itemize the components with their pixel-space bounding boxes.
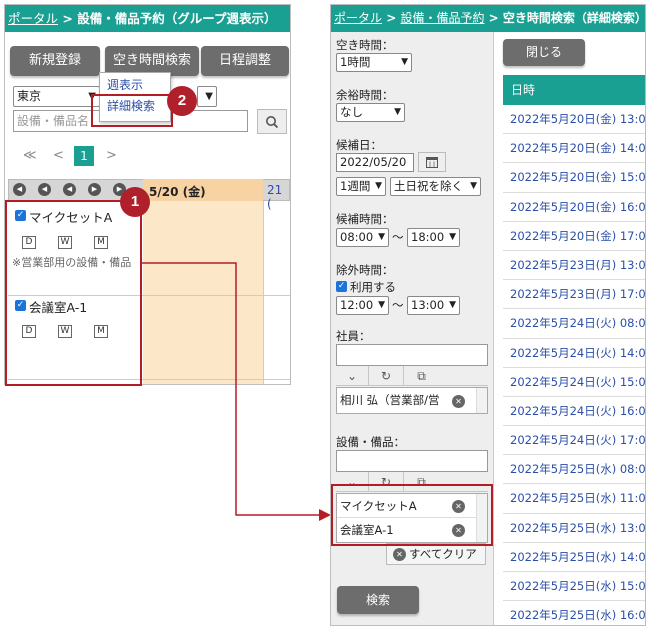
chevron-down-icon: ▼ <box>470 181 477 191</box>
results-body: 2022年5月20日(金) 13:0 2022年5月20日(金) 14:0 2022… <box>503 105 645 625</box>
exclude-days-value: 土日祝を除く <box>394 179 463 193</box>
result-row[interactable]: 2022年5月25日(水) 13:0 <box>503 514 645 543</box>
employee-list: 相川 弘（営業部/営 ✕ <box>336 387 488 414</box>
equipment-highlight <box>331 484 493 546</box>
employee-input[interactable] <box>336 344 488 366</box>
employee-tool-row: ⌄ ↻ ⧉ <box>336 366 488 386</box>
breadcrumb-current: 空き時間検索（詳細検索） <box>502 11 645 25</box>
result-row[interactable]: 2022年5月24日(火) 16:0 <box>503 397 645 427</box>
chevron-down-icon: ▼ <box>378 300 385 310</box>
result-row[interactable]: 2022年5月20日(金) 14:0 <box>503 134 645 164</box>
equipment-label: 設備・備品： <box>336 435 405 449</box>
result-row[interactable]: 2022年5月24日(火) 15:0 <box>503 368 645 397</box>
calendar-button[interactable] <box>418 152 446 172</box>
reset-icon[interactable]: ↻ <box>369 366 404 386</box>
equipment-input[interactable] <box>336 450 488 472</box>
clear-icon: ✕ <box>393 548 406 561</box>
time-to-value: 18:00 <box>411 230 445 244</box>
period-select[interactable]: 1週間 ▼ <box>336 177 386 196</box>
result-row[interactable]: 2022年5月23日(月) 17:0 <box>503 280 645 310</box>
search-submit-button[interactable]: 検索 <box>337 586 419 614</box>
chevron-down-icon: ▼ <box>401 57 408 67</box>
tilde: 〜 <box>392 298 404 312</box>
result-row[interactable]: 2022年5月24日(火) 17:0 <box>503 426 645 456</box>
result-row[interactable]: 2022年5月25日(水) 11:0 <box>503 484 645 514</box>
candidate-time-label: 候補時間： <box>336 212 394 226</box>
results-table: 日時 2022年5月20日(金) 13:0 2022年5月20日(金) 14:0 2… <box>503 75 645 625</box>
close-button[interactable]: 閉じる <box>503 39 585 66</box>
tilde: 〜 <box>392 230 404 244</box>
scrollbar[interactable] <box>476 388 487 413</box>
exclude-to-select[interactable]: 13:00 ▼ <box>407 296 460 315</box>
select-dialog-icon[interactable]: ⧉ <box>404 366 439 386</box>
remove-icon[interactable]: ✕ <box>452 395 465 408</box>
free-time-select[interactable]: 1時間 ▼ <box>336 53 412 72</box>
margin-time-select[interactable]: なし ▼ <box>336 103 405 122</box>
chevron-down-icon: ▼ <box>394 107 401 117</box>
breadcrumb-equipment-link[interactable]: 設備・備品予約 <box>400 11 484 25</box>
chevron-down-icon: ▼ <box>449 232 456 242</box>
calendar-icon <box>426 157 438 168</box>
result-row[interactable]: 2022年5月20日(金) 15:0 <box>503 163 645 193</box>
margin-time-label: 余裕時間： <box>336 88 394 102</box>
exclude-to-value: 13:00 <box>411 298 445 312</box>
chevron-down-icon: ▼ <box>375 181 382 191</box>
result-row[interactable]: 2022年5月20日(金) 13:0 <box>503 105 645 135</box>
breadcrumb-separator: > <box>488 11 499 25</box>
result-row[interactable]: 2022年5月20日(金) 17:0 <box>503 222 645 251</box>
exclude-from-select[interactable]: 12:00 ▼ <box>336 296 389 315</box>
result-row[interactable]: 2022年5月25日(水) 15:0 <box>503 572 645 602</box>
right-breadcrumb: ポータル > 設備・備品予約 > 空き時間検索（詳細検索） <box>331 5 645 32</box>
result-row[interactable]: 2022年5月24日(火) 14:0 <box>503 339 645 368</box>
time-from-select[interactable]: 08:00 ▼ <box>336 228 389 247</box>
breadcrumb-separator: > <box>386 11 397 25</box>
result-row[interactable]: 2022年5月24日(火) 08:0 <box>503 309 645 339</box>
exclude-days-select[interactable]: 土日祝を除く ▼ <box>390 177 481 196</box>
free-time-value: 1時間 <box>340 55 371 69</box>
checkbox-icon[interactable]: ✓ <box>336 281 347 292</box>
result-row[interactable]: 2022年5月23日(月) 13:0 <box>503 251 645 281</box>
exclude-time-label: 除外時間： <box>336 263 394 277</box>
margin-time-value: なし <box>340 105 363 119</box>
exclude-from-value: 12:00 <box>340 298 374 312</box>
breadcrumb-portal-link[interactable]: ポータル <box>334 11 382 25</box>
use-exclusion-label: 利用する <box>350 280 396 294</box>
candidate-date-label: 候補日： <box>336 138 382 152</box>
chevron-down-icon: ▼ <box>449 300 456 310</box>
clear-all-label: すべてクリア <box>409 547 477 561</box>
result-row[interactable]: 2022年5月20日(金) 16:0 <box>503 193 645 222</box>
result-row[interactable]: 2022年5月25日(水) 14:0 <box>503 543 645 572</box>
free-time-label: 空き時間： <box>336 38 394 52</box>
time-from-value: 08:00 <box>340 230 374 244</box>
expand-icon[interactable]: ⌄ <box>336 366 369 386</box>
clear-all-button[interactable]: ✕ すべてクリア <box>386 543 486 565</box>
chevron-down-icon: ▼ <box>378 232 385 242</box>
result-row[interactable]: 2022年5月25日(水) 08:0 <box>503 455 645 485</box>
employee-label: 社員： <box>336 329 371 343</box>
period-value: 1週間 <box>340 179 371 193</box>
time-to-select[interactable]: 18:00 ▼ <box>407 228 460 247</box>
results-header: 日時 <box>503 75 645 105</box>
result-row[interactable]: 2022年5月25日(水) 16:0 <box>503 601 645 625</box>
candidate-date-input[interactable]: 2022/05/20 <box>336 153 414 172</box>
